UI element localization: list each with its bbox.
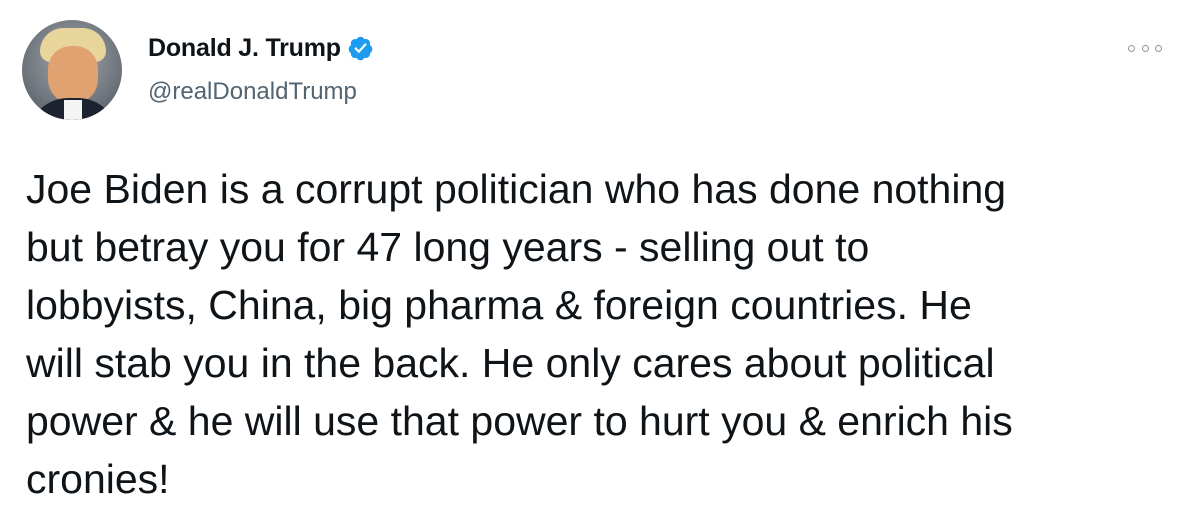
- tweet-text-line: cronies!: [26, 456, 170, 502]
- tweet-text-line: power & he will use that power to hurt y…: [26, 398, 1013, 444]
- author-handle[interactable]: @realDonaldTrump: [148, 78, 357, 106]
- more-options-icon[interactable]: [1128, 42, 1162, 54]
- dot-icon: [1128, 44, 1135, 52]
- dot-icon: [1141, 44, 1149, 52]
- verified-badge-icon: [348, 36, 373, 61]
- tweet-text-line: lobbyists, China, big pharma & foreign c…: [26, 282, 972, 328]
- tweet-text: Joe Biden is a corrupt politician who ha…: [26, 160, 1176, 508]
- author-display-name[interactable]: Donald J. Trump: [148, 34, 341, 63]
- avatar-shirt: [64, 100, 82, 120]
- avatar[interactable]: [22, 20, 122, 120]
- tweet-text-line: but betray you for 47 long years - selli…: [26, 224, 870, 270]
- dot-icon: [1155, 44, 1162, 52]
- tweet-text-line: Joe Biden is a corrupt politician who ha…: [26, 166, 1007, 212]
- author-name-row: Donald J. Trump: [148, 34, 374, 63]
- avatar-face: [48, 46, 98, 104]
- tweet-card: Donald J. Trump @realDonaldTrump Joe Bid…: [0, 0, 1200, 522]
- tweet-text-line: will stab you in the back. He only cares…: [26, 340, 995, 386]
